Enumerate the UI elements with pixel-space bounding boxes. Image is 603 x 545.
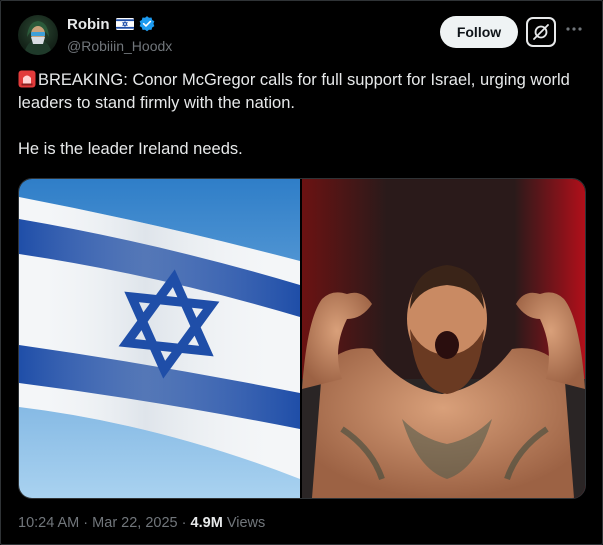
meta-separator: · [181, 515, 187, 531]
display-name[interactable]: Robin [67, 16, 110, 33]
police-light-emoji-icon [18, 70, 36, 88]
more-icon [566, 27, 582, 31]
tweet-text: BREAKING: Conor McGregor calls for full … [18, 69, 578, 161]
tweet-line-2: He is the leader Ireland needs. [18, 140, 243, 158]
avatar[interactable] [18, 15, 58, 55]
media-grid[interactable] [18, 178, 586, 499]
verified-badge-icon [138, 15, 156, 33]
tweet-card: Robin @Robiiin_Hoodx Follow BREAKING: Co… [0, 0, 603, 545]
views-count[interactable]: 4.9M [191, 515, 223, 531]
tweet-metadata: 10:24 AM · Mar 22, 2025 · 4.9M Views [18, 515, 265, 531]
author-handle[interactable]: @Robiiin_Hoodx [67, 38, 172, 54]
israel-flag-image[interactable] [19, 179, 300, 498]
tweet-line-1: BREAKING: Conor McGregor calls for full … [18, 69, 578, 115]
grok-icon [533, 24, 549, 40]
views-label: Views [226, 515, 266, 531]
tweet-line-1-text: BREAKING: Conor McGregor calls for full … [18, 71, 570, 112]
grok-button[interactable] [526, 17, 556, 47]
more-options-button[interactable] [564, 19, 584, 39]
tweet-date[interactable]: Mar 22, 2025 [92, 515, 177, 531]
meta-separator: · [83, 515, 89, 531]
author-name-row[interactable]: Robin [67, 15, 156, 33]
israel-flag-icon [114, 18, 134, 30]
fighter-flexing-image[interactable] [302, 179, 585, 498]
tweet-time[interactable]: 10:24 AM [18, 515, 79, 531]
follow-button[interactable]: Follow [440, 16, 518, 48]
